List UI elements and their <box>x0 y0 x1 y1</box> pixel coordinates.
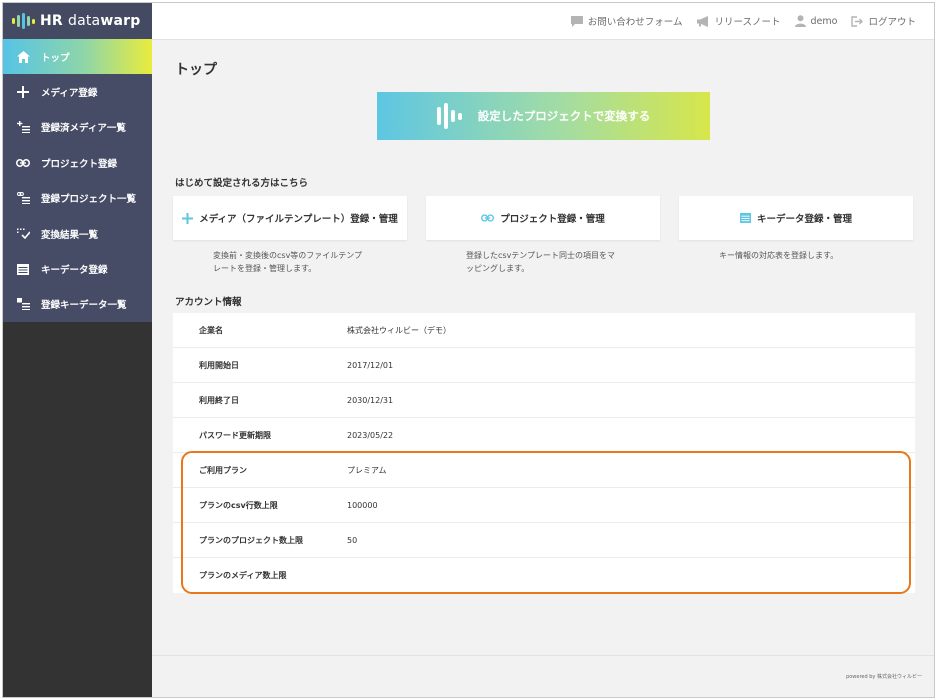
sidebar-item-keydata-list[interactable]: 登録キーデータ一覧 <box>3 287 152 322</box>
table-row: 利用終了日 2030/12/31 <box>173 383 915 418</box>
row-value: 2030/12/31 <box>347 395 394 405</box>
row-label: プランのプロジェクト数上限 <box>199 535 303 545</box>
release-notes-label: リリースノート <box>714 17 781 28</box>
plus-icon <box>182 212 194 224</box>
sidebar-item-label: トップ <box>41 52 70 64</box>
logout-link[interactable]: ログアウト <box>851 14 916 28</box>
megaphone-icon <box>696 15 708 27</box>
row-label: 利用開始日 <box>199 360 239 370</box>
description-line: キー情報の対応表を登録します。 <box>719 251 839 260</box>
first-time-heading: はじめて設定される方はこちら <box>175 178 309 189</box>
sidebar: HR datawarp トップ メディア登録 登録済メディア一覧 プロジェクト登… <box>3 3 152 697</box>
project-manage-card[interactable]: プロジェクト登録・管理 <box>426 196 660 240</box>
release-notes-link[interactable]: リリースノート <box>696 14 781 28</box>
description-line: 登録したcsvテンプレート同士の項目をマ <box>466 251 616 260</box>
contact-form-link[interactable]: お問い合わせフォーム <box>570 14 683 28</box>
row-label: 企業名 <box>199 325 223 335</box>
sidebar-item-media-list[interactable]: 登録済メディア一覧 <box>3 110 152 145</box>
table-icon <box>740 213 751 223</box>
table-row: 企業名 株式会社ウィルビー（デモ） <box>173 313 915 348</box>
logout-icon <box>851 15 864 27</box>
main-content: トップ 設定したプロジェクトで変換する はじめて設定される方はこちら メディア（… <box>152 40 934 697</box>
top-header: お問い合わせフォーム リリースノート demo ログアウト <box>152 3 934 40</box>
row-label: 利用終了日 <box>199 395 239 405</box>
row-label: ご利用プラン <box>199 465 247 475</box>
user-menu[interactable]: demo <box>794 15 838 27</box>
table-row: ご利用プラン プレミアム <box>173 453 915 488</box>
powered-by-text: powered by 株式会社ウィルビー <box>846 674 922 680</box>
description-line: レートを登録・管理します。 <box>213 264 317 273</box>
wave-icon <box>436 103 462 129</box>
home-icon <box>16 50 30 64</box>
sidebar-item-label: 登録済メディア一覧 <box>41 123 126 135</box>
row-value: プレミアム <box>347 465 387 475</box>
sidebar-item-label: 登録キーデータ一覧 <box>41 300 127 312</box>
row-value: 株式会社ウィルビー（デモ） <box>347 325 451 335</box>
sidebar-item-media-register[interactable]: メディア登録 <box>3 74 152 109</box>
keydata-manage-card[interactable]: キーデータ登録・管理 <box>679 196 913 240</box>
page-title: トップ <box>175 62 217 78</box>
sidebar-item-keydata-register[interactable]: キーデータ登録 <box>3 251 152 286</box>
table-icon <box>16 262 30 276</box>
sidebar-item-top[interactable]: トップ <box>3 39 152 75</box>
plus-list-icon <box>16 120 30 134</box>
sidebar-item-label: メディア登録 <box>41 88 98 100</box>
description-line: ッピングします。 <box>466 264 530 273</box>
app-frame: HR datawarp トップ メディア登録 登録済メディア一覧 プロジェクト登… <box>2 2 935 698</box>
link-icon <box>16 156 30 170</box>
sidebar-item-label: 登録プロジェクト一覧 <box>41 194 137 206</box>
plus-icon <box>16 85 30 99</box>
convert-with-project-button[interactable]: 設定したプロジェクトで変換する <box>377 92 710 140</box>
account-info-table: 企業名 株式会社ウィルビー（デモ） 利用開始日 2017/12/01 利用終了日… <box>173 313 915 593</box>
user-icon <box>794 15 806 27</box>
media-manage-description: 変換前・変換後のcsv等のファイルテンプ レートを登録・管理します。 <box>213 249 362 275</box>
table-row: パスワード更新期限 2023/05/22 <box>173 418 915 453</box>
check-list-icon <box>16 227 30 241</box>
user-name: demo <box>810 15 838 27</box>
chat-icon <box>570 15 583 27</box>
project-manage-card-label: プロジェクト登録・管理 <box>500 214 605 225</box>
sidebar-item-conversion-results[interactable]: 変換結果一覧 <box>3 216 152 251</box>
row-label: パスワード更新期限 <box>199 430 271 440</box>
description-line: 変換前・変換後のcsv等のファイルテンプ <box>213 251 363 260</box>
row-label: プランのcsv行数上限 <box>199 500 278 510</box>
row-value: 2023/05/22 <box>347 430 394 440</box>
sidebar-item-project-register[interactable]: プロジェクト登録 <box>3 145 152 180</box>
row-value: 2017/12/01 <box>347 360 394 370</box>
logout-label: ログアウト <box>868 17 916 28</box>
link-icon <box>481 214 495 222</box>
row-value: 100000 <box>347 500 378 510</box>
table-row: 利用開始日 2017/12/01 <box>173 348 915 383</box>
sidebar-item-label: キーデータ登録 <box>41 265 108 277</box>
table-row: プランのcsv行数上限 100000 <box>173 488 915 523</box>
sidebar-item-label: 変換結果一覧 <box>41 229 99 241</box>
row-label: プランのメディア数上限 <box>199 571 287 580</box>
table-row: プランのメディア数上限 <box>173 558 915 593</box>
logo[interactable]: HR datawarp <box>3 3 152 39</box>
logo-text: HR datawarp <box>40 13 141 29</box>
row-value: 50 <box>347 535 358 545</box>
contact-form-label: お問い合わせフォーム <box>587 17 683 28</box>
table-list-icon <box>16 297 30 311</box>
sidebar-item-label: プロジェクト登録 <box>41 158 118 170</box>
keydata-manage-description: キー情報の対応表を登録します。 <box>719 249 838 262</box>
footer: powered by 株式会社ウィルビー <box>152 655 934 697</box>
account-info-heading: アカウント情報 <box>175 297 242 308</box>
table-row: プランのプロジェクト数上限 50 <box>173 523 915 558</box>
keydata-manage-card-label: キーデータ登録・管理 <box>756 214 852 225</box>
logo-wave-icon <box>12 13 35 29</box>
media-manage-card[interactable]: メディア（ファイルテンプレート）登録・管理 <box>173 196 407 240</box>
sidebar-nav: トップ メディア登録 登録済メディア一覧 プロジェクト登録 登録プロジェクト一覧… <box>3 39 152 323</box>
project-manage-description: 登録したcsvテンプレート同士の項目をマ ッピングします。 <box>466 249 615 275</box>
sidebar-item-project-list[interactable]: 登録プロジェクト一覧 <box>3 181 152 216</box>
link-list-icon <box>16 191 30 205</box>
media-manage-card-label: メディア（ファイルテンプレート）登録・管理 <box>199 214 398 225</box>
convert-button-label: 設定したプロジェクトで変換する <box>477 109 651 123</box>
